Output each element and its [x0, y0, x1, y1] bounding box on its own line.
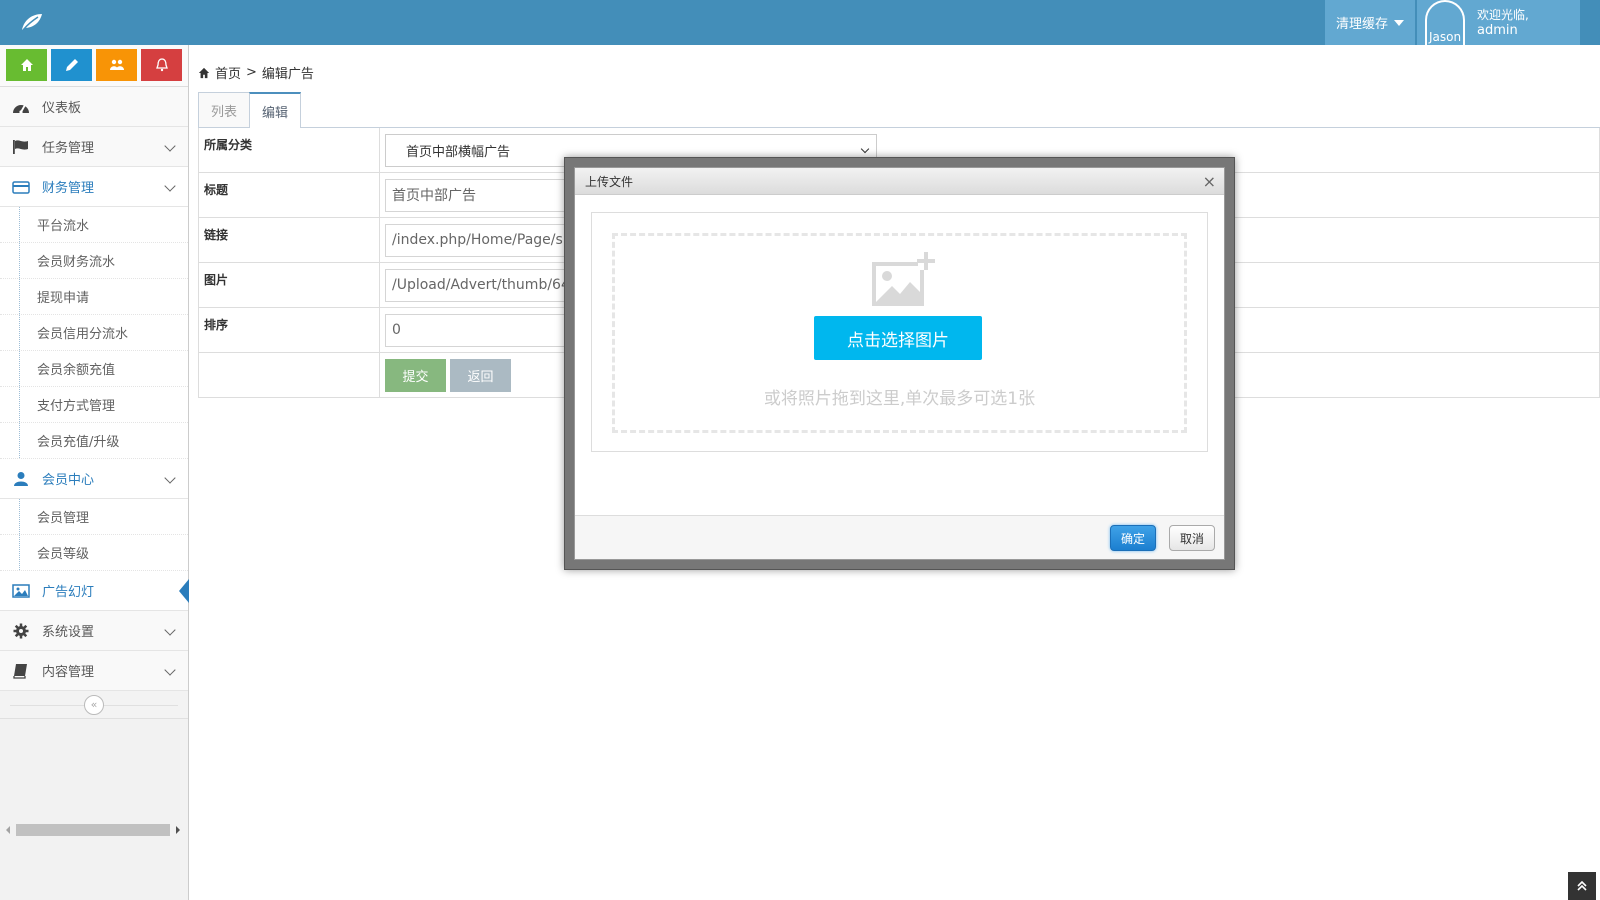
credit-card-icon — [12, 178, 30, 196]
breadcrumb-home-link[interactable]: 首页 — [215, 63, 241, 82]
breadcrumb-separator: > — [246, 65, 257, 80]
double-angle-up-icon — [1577, 881, 1587, 891]
chevron-down-icon — [164, 664, 176, 676]
sidebar-subitem-balance-recharge[interactable]: 会员余额充值 — [0, 351, 188, 387]
sidebar-subitem-credit-flow[interactable]: 会员信用分流水 — [0, 315, 188, 351]
upload-dialog: 上传文件 × 点击选择图片 或将照片拖到这里,单次最多可选1张 确定 取消 — [574, 167, 1225, 560]
breadcrumb-current: 编辑广告 — [261, 67, 314, 82]
dialog-header[interactable]: 上传文件 × — [575, 168, 1224, 195]
leaf-icon[interactable] — [20, 12, 44, 32]
tab-list[interactable]: 列表 — [198, 92, 251, 128]
sidebar-subitem-recharge-upgrade[interactable]: 会员充值/升级 — [0, 423, 188, 459]
user-info: 欢迎光临, admin — [1477, 8, 1529, 38]
home-icon — [198, 67, 210, 78]
sidebar-item-ads[interactable]: 广告幻灯 — [0, 571, 189, 611]
tab-edit[interactable]: 编辑 — [249, 92, 302, 128]
pick-image-button[interactable]: 点击选择图片 — [814, 316, 982, 360]
welcome-text: 欢迎光临, — [1477, 7, 1529, 22]
sidebar-subitem-member-finance-flow[interactable]: 会员财务流水 — [0, 243, 188, 279]
shortcut-users-button[interactable] — [96, 49, 137, 81]
book-icon — [12, 662, 30, 680]
drop-zone[interactable]: 点击选择图片 或将照片拖到这里,单次最多可选1张 — [612, 233, 1187, 433]
confirm-button[interactable]: 确定 — [1110, 525, 1156, 551]
link-label: 链接 — [198, 218, 380, 262]
sidebar-item-label: 任务管理 — [42, 141, 95, 156]
members-submenu: 会员管理 会员等级 — [0, 499, 188, 571]
add-image-icon — [872, 252, 935, 306]
shortcut-home-button[interactable] — [6, 49, 47, 81]
picture-icon — [12, 582, 30, 600]
title-label: 标题 — [198, 173, 380, 217]
sidebar-item-dashboard[interactable]: 仪表板 — [0, 87, 188, 127]
scroll-to-top-button[interactable] — [1568, 872, 1596, 900]
sidebar-subitem-platform-flow[interactable]: 平台流水 — [0, 207, 188, 243]
sidebar-subitem-member-management[interactable]: 会员管理 — [0, 499, 188, 535]
sidebar-item-content[interactable]: 内容管理 — [0, 651, 188, 691]
sidebar-item-finance[interactable]: 财务管理 — [0, 167, 188, 207]
scrollbar-thumb[interactable] — [16, 824, 170, 836]
user-menu[interactable]: Jason 欢迎光临, admin — [1417, 0, 1580, 45]
chevron-down-icon — [164, 180, 176, 192]
sidebar-item-members[interactable]: 会员中心 — [0, 459, 188, 499]
dialog-footer: 确定 取消 — [575, 515, 1224, 559]
sidebar-item-label: 系统设置 — [42, 625, 95, 640]
sidebar-item-label: 内容管理 — [42, 665, 95, 680]
shortcut-edit-button[interactable] — [51, 49, 92, 81]
sidebar-subitem-member-levels[interactable]: 会员等级 — [0, 535, 188, 571]
sidebar-item-label: 广告幻灯 — [42, 585, 95, 600]
sidebar-item-label: 财务管理 — [42, 181, 95, 196]
tab-bar: 列表 编辑 — [198, 92, 302, 128]
sort-label: 排序 — [198, 308, 380, 352]
sidebar-item-label: 会员中心 — [42, 473, 95, 488]
username: admin — [1477, 22, 1518, 38]
clear-cache-label: 清理缓存 — [1335, 17, 1388, 32]
category-label: 所属分类 — [198, 128, 380, 172]
back-button[interactable]: 返回 — [450, 358, 511, 392]
sidebar-horizontal-scrollbar[interactable] — [4, 824, 182, 836]
scroll-left-arrow-icon[interactable] — [6, 826, 10, 834]
user-icon — [12, 470, 30, 488]
sidebar-shortcuts — [0, 45, 188, 87]
avatar: Jason — [1425, 0, 1465, 45]
clear-cache-button[interactable]: 清理缓存 — [1325, 0, 1415, 45]
actions-label-cell — [198, 353, 380, 397]
home-icon — [20, 59, 33, 71]
upload-area: 点击选择图片 或将照片拖到这里,单次最多可选1张 — [591, 212, 1208, 452]
dashboard-icon — [12, 98, 30, 116]
image-label: 图片 — [198, 263, 380, 307]
sidebar-item-label: 仪表板 — [42, 101, 82, 116]
shortcut-bell-button[interactable] — [141, 49, 182, 81]
submit-button[interactable]: 提交 — [385, 358, 446, 392]
double-angle-left-icon[interactable]: « — [84, 694, 104, 715]
caret-down-icon — [1394, 19, 1404, 26]
sidebar-item-tasks[interactable]: 任务管理 — [0, 127, 188, 167]
chevron-down-icon — [164, 140, 176, 152]
chevron-down-icon — [164, 472, 176, 484]
sidebar-item-system-settings[interactable]: 系统设置 — [0, 611, 188, 651]
cancel-button[interactable]: 取消 — [1169, 525, 1215, 551]
gear-icon — [12, 622, 30, 640]
sidebar-subitem-payment-methods[interactable]: 支付方式管理 — [0, 387, 188, 423]
top-navbar: 清理缓存 Jason 欢迎光临, admin — [0, 0, 1600, 45]
close-icon[interactable]: × — [1203, 172, 1216, 191]
scroll-right-arrow-icon[interactable] — [176, 826, 180, 834]
sidebar-collapse-bar: « — [0, 691, 188, 719]
avatar-text: Jason — [1428, 30, 1462, 44]
category-selected-value: 首页中部横幅广告 — [406, 144, 511, 160]
drop-hint-text: 或将照片拖到这里,单次最多可选1张 — [763, 389, 1036, 409]
bell-icon — [155, 58, 168, 72]
users-icon — [109, 59, 124, 70]
chevron-down-icon — [164, 624, 176, 636]
finance-submenu: 平台流水 会员财务流水 提现申请 会员信用分流水 会员余额充值 支付方式管理 会… — [0, 207, 188, 459]
chevron-down-icon — [860, 144, 870, 153]
sidebar: 仪表板 任务管理 财务管理 平台流水 会员财务流水 提现申请 会员信用分流水 会… — [0, 45, 189, 900]
upload-dialog-frame: 上传文件 × 点击选择图片 或将照片拖到这里,单次最多可选1张 确定 取消 — [564, 157, 1235, 570]
sidebar-subitem-withdraw-requests[interactable]: 提现申请 — [0, 279, 188, 315]
flag-icon — [12, 138, 30, 156]
breadcrumb: 首页 > 编辑广告 — [198, 63, 314, 82]
pencil-icon — [65, 59, 78, 71]
dialog-title: 上传文件 — [585, 174, 634, 189]
